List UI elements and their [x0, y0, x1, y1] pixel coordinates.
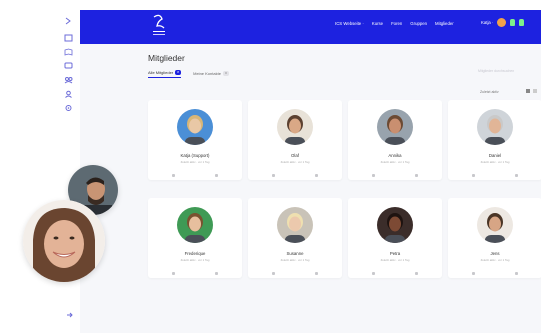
member-status: Zuletzt aktiv · vor 1 Tag	[480, 160, 510, 164]
user-menu[interactable]: Katja ·	[481, 18, 525, 27]
member-name[interactable]: Katja (Support)	[148, 153, 242, 158]
search-placeholder: Mitglieder durchsuchen	[478, 69, 515, 73]
messages-icon[interactable]	[519, 19, 525, 26]
avatar[interactable]	[377, 109, 413, 145]
member-card[interactable]: Susanne Zuletzt aktiv · vor 1 Tag	[248, 198, 342, 278]
member-status: Zuletzt aktiv · vor 1 Tag	[380, 258, 410, 262]
message-icon[interactable]	[215, 174, 218, 177]
member-status: Zuletzt aktiv · vor 1 Tag	[280, 160, 310, 164]
member-name[interactable]: Jens	[448, 251, 541, 256]
follow-icon[interactable]	[172, 272, 175, 275]
grid-view-icon[interactable]	[526, 89, 530, 93]
member-name[interactable]: Susanne	[248, 251, 342, 256]
follow-icon[interactable]	[472, 272, 475, 275]
floating-avatar-woman	[23, 200, 105, 282]
tab-label: Alle Mitglieder	[148, 70, 174, 75]
member-actions	[148, 272, 242, 275]
follow-icon[interactable]	[372, 272, 375, 275]
message-icon[interactable]	[415, 272, 418, 275]
page-title: Mitglieder	[148, 53, 185, 63]
avatar[interactable]	[477, 207, 513, 243]
message-icon[interactable]	[315, 174, 318, 177]
app-frame: ICS Webseite · Kurse Foren Gruppen Mitgl…	[80, 10, 541, 333]
top-navigation-bar: ICS Webseite · Kurse Foren Gruppen Mitgl…	[80, 10, 541, 44]
nav-item-groups[interactable]: Gruppen	[410, 21, 427, 26]
member-status: Zuletzt aktiv · vor 1 Tag	[380, 160, 410, 164]
message-icon[interactable]	[515, 174, 518, 177]
avatar[interactable]	[377, 207, 413, 243]
nav-item-courses[interactable]: Kurse	[372, 21, 383, 26]
member-card[interactable]: Frederique Zuletzt aktiv · vor 1 Tag	[148, 198, 242, 278]
member-name[interactable]: Annika	[348, 153, 442, 158]
member-status: Zuletzt aktiv · vor 1 Tag	[280, 258, 310, 262]
nav-item-forums[interactable]: Foren	[391, 21, 402, 26]
avatar[interactable]	[277, 207, 313, 243]
main-nav: ICS Webseite · Kurse Foren Gruppen Mitgl…	[335, 21, 454, 26]
member-card[interactable]: Katja (Support) Zuletzt aktiv · vor 1 Tag	[148, 100, 242, 180]
user-name[interactable]: Katja ·	[481, 20, 493, 25]
follow-icon[interactable]	[372, 174, 375, 177]
follow-icon[interactable]	[272, 174, 275, 177]
member-status: Zuletzt aktiv · vor 1 Tag	[180, 258, 210, 262]
member-actions	[348, 272, 442, 275]
follow-icon[interactable]	[172, 174, 175, 177]
member-search-input[interactable]: Mitglieder durchsuchen	[478, 59, 541, 73]
member-name[interactable]: Olaf	[248, 153, 342, 158]
logout-icon[interactable]	[66, 306, 74, 318]
message-icon[interactable]	[215, 272, 218, 275]
site-logo[interactable]	[148, 13, 170, 41]
menu-toggle-icon[interactable]	[64, 17, 73, 25]
member-card[interactable]: Annika Zuletzt aktiv · vor 1 Tag	[348, 100, 442, 180]
member-card[interactable]: Daniel Zuletzt aktiv · vor 1 Tag	[448, 100, 541, 180]
member-status: Zuletzt aktiv · vor 1 Tag	[480, 258, 510, 262]
list-view-icon[interactable]	[533, 89, 537, 93]
avatar[interactable]	[177, 109, 213, 145]
member-status: Zuletzt aktiv · vor 1 Tag	[180, 160, 210, 164]
avatar[interactable]	[477, 109, 513, 145]
dashboard-icon[interactable]	[64, 34, 73, 42]
forum-icon[interactable]	[64, 62, 73, 70]
member-tabs: Alle Mitglieder 8 Meine Kontakte 0	[148, 70, 229, 78]
member-card[interactable]: Petra Zuletzt aktiv · vor 1 Tag	[348, 198, 442, 278]
member-name[interactable]: Frederique	[148, 251, 242, 256]
member-name[interactable]: Petra	[348, 251, 442, 256]
count-badge: 8	[175, 70, 182, 75]
tab-my-contacts[interactable]: Meine Kontakte 0	[193, 70, 229, 78]
sort-select[interactable]: Zuletzt aktiv	[480, 90, 499, 94]
view-toggle	[526, 89, 537, 93]
member-actions	[348, 174, 442, 177]
avatar[interactable]	[177, 207, 213, 243]
notification-icon[interactable]	[510, 19, 516, 26]
nav-item-website[interactable]: ICS Webseite ·	[335, 21, 364, 26]
settings-icon[interactable]	[64, 104, 73, 112]
member-actions	[248, 174, 342, 177]
count-badge: 0	[222, 70, 229, 76]
member-actions	[448, 272, 541, 275]
member-actions	[248, 272, 342, 275]
follow-icon[interactable]	[472, 174, 475, 177]
avatar[interactable]	[277, 109, 313, 145]
tab-label: Meine Kontakte	[193, 70, 221, 76]
courses-icon[interactable]	[64, 48, 73, 56]
message-icon[interactable]	[415, 174, 418, 177]
follow-icon[interactable]	[272, 272, 275, 275]
message-icon[interactable]	[315, 272, 318, 275]
member-card[interactable]: Jens Zuletzt aktiv · vor 1 Tag	[448, 198, 541, 278]
tab-all-members[interactable]: Alle Mitglieder 8	[148, 70, 182, 78]
member-card[interactable]: Olaf Zuletzt aktiv · vor 1 Tag	[248, 100, 342, 180]
member-actions	[448, 174, 541, 177]
member-name[interactable]: Daniel	[448, 153, 541, 158]
message-icon[interactable]	[515, 272, 518, 275]
member-actions	[148, 174, 242, 177]
members-icon[interactable]	[64, 90, 73, 98]
avatar[interactable]	[497, 18, 507, 27]
nav-item-members[interactable]: Mitglieder	[435, 21, 454, 26]
groups-icon[interactable]	[64, 76, 73, 84]
